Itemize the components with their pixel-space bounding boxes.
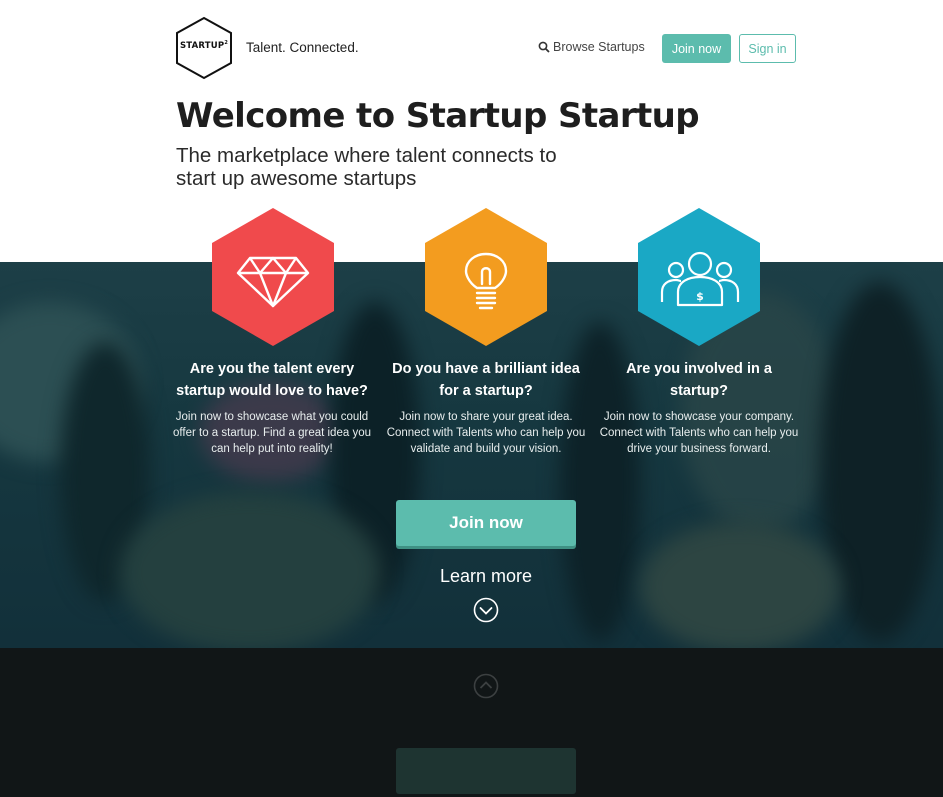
feature-description: Join now to showcase your company. Conne… [599, 411, 799, 455]
feature-title: Are you involved in a startup? [626, 361, 772, 399]
page-subtitle: The marketplace where talent connects to… [176, 144, 557, 190]
svg-text:$: $ [696, 290, 704, 303]
join-now-button[interactable]: Join now [662, 34, 731, 63]
learn-more-link[interactable]: Learn more [396, 566, 576, 587]
reflection-chevron-icon [473, 673, 499, 699]
reflection-button [396, 748, 576, 794]
logo[interactable]: STARTUP2 [175, 16, 233, 80]
feature-title: Are you the talent every startup would l… [176, 361, 368, 399]
page-title: Welcome to Startup Startup [176, 96, 700, 136]
browse-label: Browse Startups [553, 40, 645, 54]
chevron-down-icon[interactable] [473, 597, 499, 623]
diamond-icon [236, 256, 310, 308]
feature-description: Join now to showcase what you could offe… [173, 411, 371, 455]
feature-description: Join now to share your great idea. Conne… [386, 411, 586, 455]
feature-title: Do you have a brilliant idea for a start… [392, 361, 580, 399]
lightbulb-icon [464, 252, 508, 310]
footer-reflection [0, 648, 943, 797]
sign-in-button[interactable]: Sign in [739, 34, 796, 63]
tagline: Talent. Connected. [246, 40, 359, 55]
team-icon: $ [660, 251, 740, 307]
search-icon [538, 41, 550, 53]
join-now-cta-button[interactable]: Join now [396, 500, 576, 546]
browse-startups-link[interactable]: Browse Startups [538, 40, 645, 54]
logo-text: STARTUP2 [179, 40, 229, 51]
